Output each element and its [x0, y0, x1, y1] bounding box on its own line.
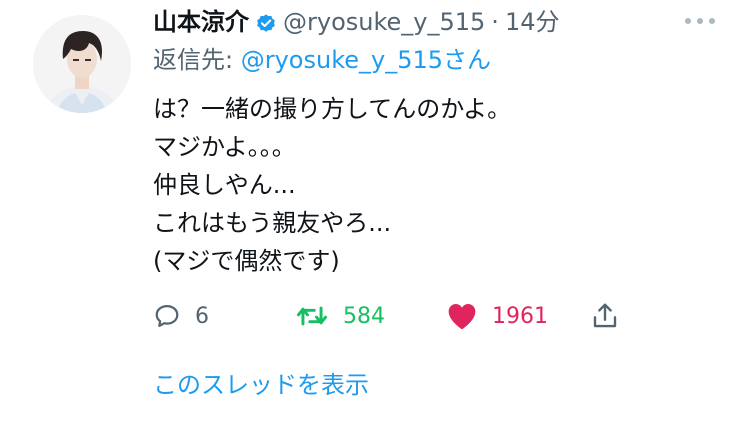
tweet-timestamp[interactable]: 14分 [505, 6, 560, 38]
reply-button[interactable]: 6 [153, 298, 209, 334]
share-upload-icon [590, 301, 620, 331]
tweet-line: (マジで偶然です) [153, 247, 340, 275]
retweet-count: 584 [343, 303, 385, 329]
tweet-line: マジかよ。。。 [153, 133, 296, 161]
verified-badge-icon [255, 11, 277, 33]
display-name[interactable]: 山本涼介 [153, 6, 249, 38]
avatar[interactable] [33, 15, 131, 113]
replying-to: 返信先: @ryosuke_y_515さん [153, 44, 491, 76]
tweet-card[interactable]: 山本涼介 @ryosuke_y_515 · 14分 返信先: @ryosuke_… [0, 0, 749, 421]
tweet-line: は？一緒の撮り方してんのかよ。 [153, 95, 512, 123]
retweet-arrows-icon [295, 302, 329, 330]
tweet-actions: 6 584 1961 [153, 298, 633, 334]
more-options-icon[interactable] [685, 14, 715, 28]
tweet-line: 仲良しやん... [153, 171, 296, 199]
more-dot [697, 18, 703, 24]
like-button[interactable]: 1961 [446, 298, 548, 334]
show-thread-link[interactable]: このスレッドを表示 [153, 369, 369, 401]
replying-to-mention[interactable]: @ryosuke_y_515さん [241, 46, 491, 74]
separator-dot: · [491, 8, 499, 36]
like-count: 1961 [492, 303, 548, 329]
tweet-text: は？一緒の撮り方してんのかよ。 マジかよ。。。 仲良しやん... これはもう親友… [153, 90, 713, 280]
author-handle[interactable]: @ryosuke_y_515 [283, 6, 485, 38]
share-button[interactable] [590, 298, 620, 334]
retweet-button[interactable]: 584 [295, 298, 385, 334]
heart-icon [446, 301, 478, 331]
more-dot [685, 18, 691, 24]
replying-to-label: 返信先: [153, 46, 241, 74]
more-dot [709, 18, 715, 24]
reply-count: 6 [195, 303, 209, 329]
tweet-line: これはもう親友やろ... [153, 209, 392, 237]
speech-bubble-icon [153, 302, 181, 330]
tweet-header: 山本涼介 @ryosuke_y_515 · 14分 [153, 6, 559, 38]
